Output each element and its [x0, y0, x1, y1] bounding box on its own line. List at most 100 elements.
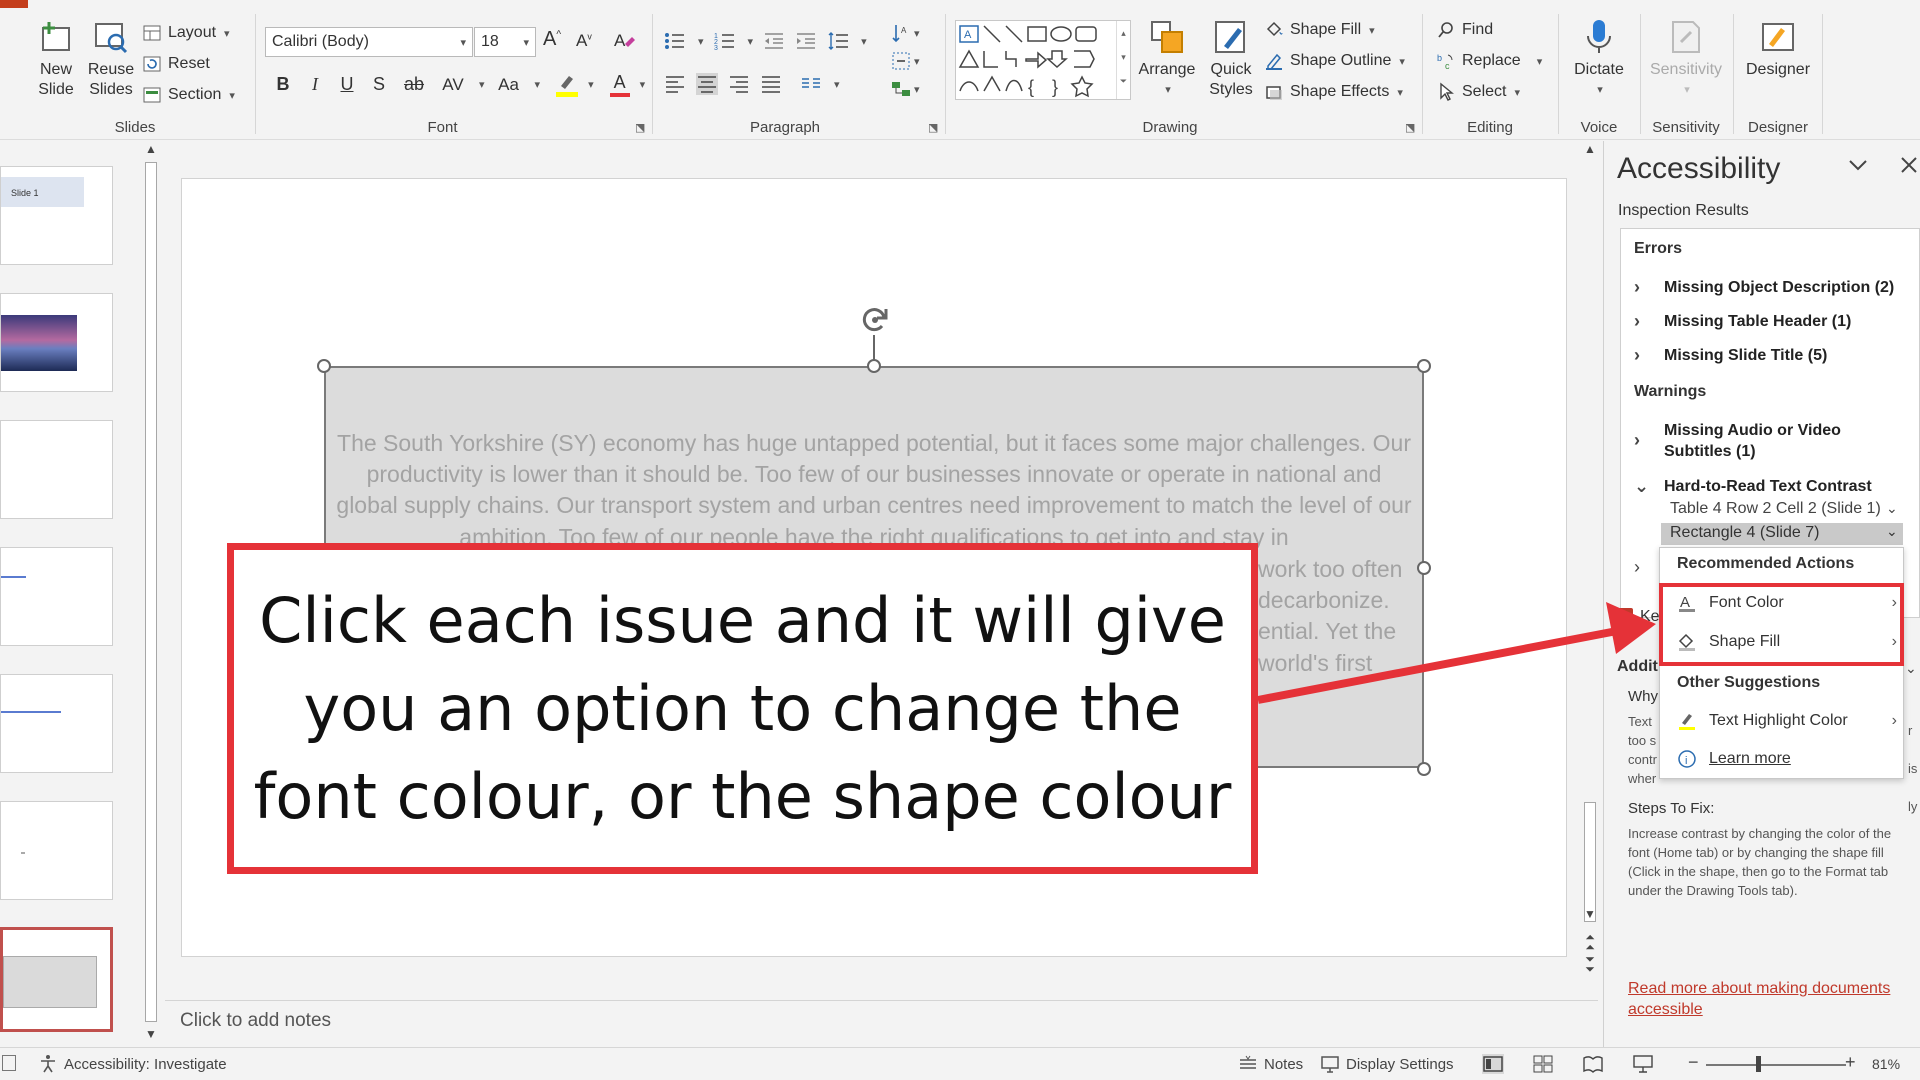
underline-button[interactable]: U	[335, 74, 359, 95]
previous-slide-icon[interactable]: ⏶ ⏶	[1580, 931, 1600, 953]
thumbnail-scrollbar[interactable]: ▲ ▼	[141, 142, 161, 1047]
font-color-button[interactable]: A	[609, 72, 630, 97]
notes-toggle-button[interactable]: Notes	[1238, 1054, 1303, 1074]
slide-thumbnail-3[interactable]	[0, 420, 113, 519]
find-button[interactable]: Find	[1436, 17, 1493, 43]
slide-thumbnail-1[interactable]: Slide 1	[0, 166, 113, 265]
chevron-right-icon[interactable]: ›	[1634, 557, 1640, 578]
warning-item-text-contrast[interactable]: ⌄ Hard-to-Read Text Contrast	[1634, 476, 1872, 497]
scroll-up-icon[interactable]: ▲	[141, 142, 161, 156]
justify-icon[interactable]	[760, 73, 782, 95]
align-text-icon[interactable]	[890, 50, 912, 72]
clear-formatting-button[interactable]: A	[612, 28, 636, 57]
bullets-icon[interactable]	[664, 30, 686, 52]
close-pane-button[interactable]	[1900, 156, 1918, 179]
text-highlight-color-menu-item[interactable]: Text Highlight Color ›	[1677, 711, 1897, 731]
font-size-combo[interactable]: 18 ▾	[474, 27, 536, 57]
learn-more-menu-item[interactable]: i Learn more	[1677, 749, 1897, 769]
zoom-in-button[interactable]: +	[1845, 1052, 1856, 1073]
shape-effects-button[interactable]: Shape Effects ▾	[1264, 79, 1403, 105]
error-item-missing-object-description[interactable]: › Missing Object Description (2)	[1634, 277, 1894, 298]
dialog-launcher-icon[interactable]: ⬔	[635, 121, 645, 134]
italic-button[interactable]: I	[303, 74, 327, 95]
change-case-button[interactable]: Aa	[493, 75, 525, 95]
text-shadow-button[interactable]: S	[367, 74, 391, 95]
notes-placeholder[interactable]: Click to add notes	[180, 1010, 331, 1032]
align-right-icon[interactable]	[728, 73, 750, 95]
zoom-slider-track[interactable]	[1706, 1064, 1846, 1066]
rotate-handle-icon[interactable]	[860, 305, 890, 335]
increase-indent-icon[interactable]	[795, 30, 817, 52]
scroll-down-icon[interactable]: ▼	[141, 1027, 161, 1041]
quick-styles-button[interactable]: Quick Styles	[1200, 18, 1262, 100]
resize-handle-top-left[interactable]	[317, 359, 331, 373]
accessibility-status-button[interactable]: Accessibility: Investigate	[38, 1054, 227, 1074]
display-settings-button[interactable]: Display Settings	[1320, 1054, 1454, 1074]
shape-fill-button[interactable]: Shape Fill ▾	[1264, 17, 1375, 43]
designer-button[interactable]: Designer	[1744, 18, 1812, 80]
bold-button[interactable]: B	[271, 74, 295, 95]
scroll-track[interactable]	[145, 162, 157, 1022]
reset-button[interactable]: Reset	[142, 51, 210, 77]
shape-outline-button[interactable]: Shape Outline ▾	[1264, 48, 1405, 74]
notes-pane[interactable]	[165, 1000, 1598, 1047]
resize-handle-top[interactable]	[867, 359, 881, 373]
zoom-slider-thumb[interactable]	[1756, 1056, 1761, 1072]
dialog-launcher-icon[interactable]: ⬔	[1405, 121, 1415, 134]
scroll-up-icon[interactable]: ▲	[1580, 142, 1600, 156]
sensitivity-button[interactable]: Sensitivity ▾	[1644, 18, 1728, 100]
slide-thumbnail-7-selected[interactable]	[0, 927, 113, 1032]
align-center-icon[interactable]	[696, 73, 718, 95]
chevron-down-icon[interactable]: ⌄	[1905, 660, 1917, 677]
dictate-button[interactable]: Dictate ▾	[1568, 18, 1630, 100]
next-slide-icon[interactable]: ⏷ ⏷	[1580, 953, 1600, 975]
scroll-thumb[interactable]	[1584, 802, 1596, 922]
character-spacing-button[interactable]: AV	[437, 75, 469, 95]
smartart-icon[interactable]	[890, 78, 912, 100]
text-direction-icon[interactable]: A	[890, 22, 912, 44]
slide-body-text[interactable]: The South Yorkshire (SY) economy has hug…	[336, 428, 1412, 553]
resize-handle-bottom-right[interactable]	[1417, 762, 1431, 776]
decrease-indent-icon[interactable]	[763, 30, 785, 52]
slide-thumbnail-5[interactable]	[0, 674, 113, 773]
layout-button[interactable]: Layout ▾	[142, 20, 230, 46]
font-name-combo[interactable]: Calibri (Body) ▾	[265, 27, 473, 57]
highlight-color-button[interactable]	[556, 72, 579, 97]
error-item-missing-slide-title[interactable]: › Missing Slide Title (5)	[1634, 345, 1827, 366]
zoom-level[interactable]: 81%	[1872, 1056, 1900, 1072]
zoom-out-button[interactable]: −	[1688, 1052, 1699, 1073]
slideshow-icon[interactable]	[1632, 1054, 1654, 1074]
grow-font-button[interactable]: A^	[543, 28, 561, 51]
line-spacing-icon[interactable]	[827, 30, 849, 52]
contrast-item-table[interactable]: Table 4 Row 2 Cell 2 (Slide 1)	[1670, 500, 1881, 518]
chevron-down-icon[interactable]: ⌄	[1886, 523, 1898, 540]
slide-scrollbar[interactable]: ▲ ▼ ⏶ ⏶ ⏷ ⏷	[1580, 142, 1600, 975]
shrink-font-button[interactable]: Av	[576, 31, 592, 51]
section-button[interactable]: Section ▾	[142, 82, 235, 108]
strikethrough-button[interactable]: ab	[399, 74, 429, 95]
slide-sorter-icon[interactable]	[1532, 1054, 1554, 1074]
slide-thumbnail-6[interactable]	[0, 801, 113, 900]
reuse-slides-button[interactable]: Reuse Slides	[86, 18, 136, 100]
slide-thumbnail-4[interactable]	[0, 547, 113, 646]
keep-running-checkbox[interactable]: ✓	[1617, 608, 1633, 624]
chevron-down-icon[interactable]: ⌄	[1886, 500, 1898, 517]
warning-item-missing-subtitles[interactable]: › Missing Audio or Video Subtitles (1)	[1634, 420, 1894, 462]
numbering-icon[interactable]: 123	[714, 30, 736, 52]
new-slide-button[interactable]: New Slide	[26, 18, 86, 100]
gallery-scroll[interactable]: ▴ ▾ ⏷	[1116, 21, 1130, 99]
read-more-link[interactable]: Read more about making documents accessi…	[1628, 978, 1908, 1020]
pane-options-chevron-icon[interactable]	[1848, 156, 1868, 177]
replace-button[interactable]: bc Replace ▾	[1436, 48, 1542, 74]
reading-view-icon[interactable]	[1582, 1054, 1604, 1074]
dialog-launcher-icon[interactable]: ⬔	[928, 121, 938, 134]
error-item-missing-table-header[interactable]: › Missing Table Header (1)	[1634, 311, 1851, 332]
slide-thumbnail-2[interactable]	[0, 293, 113, 392]
resize-handle-top-right[interactable]	[1417, 359, 1431, 373]
arrange-button[interactable]: Arrange ▾	[1138, 18, 1196, 100]
shapes-gallery[interactable]: A {} ▴ ▾ ⏷	[955, 20, 1131, 100]
resize-handle-right[interactable]	[1417, 561, 1431, 575]
normal-view-icon[interactable]	[1482, 1054, 1504, 1074]
columns-icon[interactable]	[800, 73, 822, 95]
align-left-icon[interactable]	[664, 73, 686, 95]
